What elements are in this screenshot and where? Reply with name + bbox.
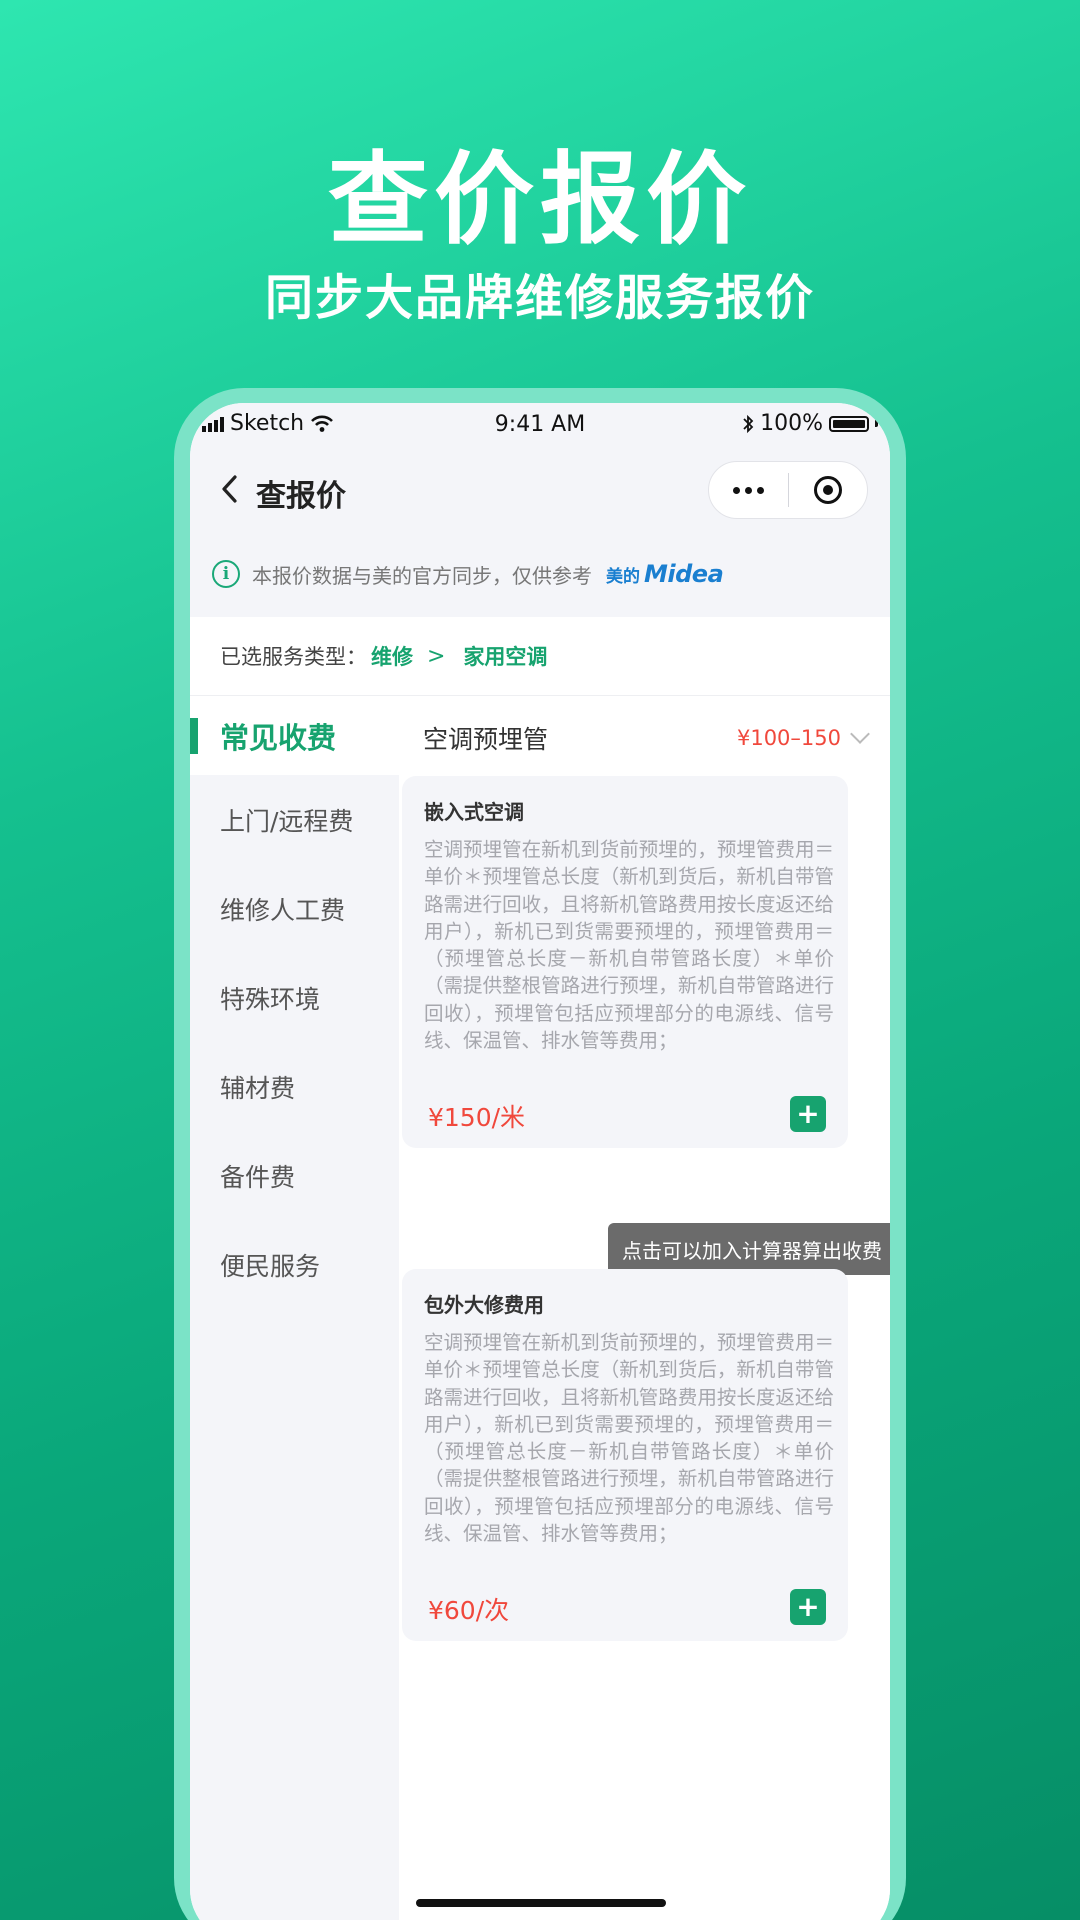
service-type-row: 已选服务类型： 维修 > 家用空调 xyxy=(190,617,890,696)
service-type-label: 已选服务类型： xyxy=(220,645,367,669)
poster: 查价报价 同步大品牌维修服务报价 Sketch 9:41 AM 100% 查报价 xyxy=(0,0,1080,1920)
chevron-down-icon xyxy=(850,724,870,744)
poster-subhead: 同步大品牌维修服务报价 xyxy=(264,270,815,326)
nav-bar: 查报价 xyxy=(190,449,890,531)
chevron-left-icon xyxy=(222,475,237,503)
target-icon xyxy=(813,476,842,504)
category-sidebar: 常见收费 上门/远程费 维修人工费 特殊环境 辅材费 备件费 便民服务 xyxy=(190,696,399,1920)
sidebar-item-special-env[interactable]: 特殊环境 xyxy=(190,953,399,1042)
sidebar-item-convenience[interactable]: 便民服务 xyxy=(190,1220,399,1309)
plus-icon: + xyxy=(796,1097,820,1130)
add-to-calculator-button[interactable]: + xyxy=(790,1589,826,1625)
fee-card-description: 空调预埋管在新机到货前预埋的，预埋管费用＝单价＊预埋管总长度（新机到货后，新机自… xyxy=(424,838,834,1053)
add-to-calculator-button[interactable]: + xyxy=(790,1096,826,1132)
sidebar-item-labor-fee[interactable]: 维修人工费 xyxy=(190,864,399,953)
back-button[interactable] xyxy=(210,469,250,509)
bluetooth-icon xyxy=(743,414,754,433)
breadcrumb-separator: > xyxy=(427,643,446,669)
brand-name: 美的 xyxy=(606,566,640,587)
info-icon: i xyxy=(212,560,240,588)
fee-card-title: 包外大修费用 xyxy=(424,1293,544,1317)
close-miniprogram-button[interactable] xyxy=(789,462,868,518)
sidebar-item-material-fee[interactable]: 辅材费 xyxy=(190,1042,399,1131)
breadcrumb-repair[interactable]: 维修 xyxy=(371,641,413,671)
midea-logo: Midea xyxy=(644,560,724,588)
page-title: 查报价 xyxy=(256,479,346,514)
fee-card-description: 空调预埋管在新机到货前预埋的，预埋管费用＝单价＊预埋管总长度（新机到货后，新机自… xyxy=(424,1331,834,1546)
plus-icon: + xyxy=(796,1590,820,1623)
sidebar-item-common-fees[interactable]: 常见收费 xyxy=(190,696,399,775)
battery-percent: 100% xyxy=(760,411,823,436)
fee-card-title: 嵌入式空调 xyxy=(424,800,524,824)
phone-screen: Sketch 9:41 AM 100% 查报价 i 本报价数据与美的官方同步，仅… xyxy=(190,403,890,1920)
category-header[interactable]: 空调预埋管 ¥100–150 xyxy=(423,710,873,766)
more-button[interactable] xyxy=(709,462,788,518)
battery-icon xyxy=(829,415,869,432)
miniprogram-capsule xyxy=(708,461,868,519)
notice-text: 本报价数据与美的官方同步，仅供参考 xyxy=(252,563,592,588)
more-dots-icon xyxy=(732,486,764,494)
sidebar-item-parts-fee[interactable]: 备件费 xyxy=(190,1131,399,1220)
home-indicator xyxy=(416,1899,666,1907)
calculator-tooltip: 点击可以加入计算器算出收费 ✕ xyxy=(608,1223,890,1275)
fee-card-price: ¥60/次 xyxy=(428,1596,510,1625)
category-title: 空调预埋管 xyxy=(423,725,549,754)
battery-tip xyxy=(875,420,878,427)
fee-card-price: ¥150/米 xyxy=(428,1103,526,1132)
sidebar-item-visit-fee[interactable]: 上门/远程费 xyxy=(190,775,399,864)
breadcrumb-home-ac[interactable]: 家用空调 xyxy=(463,641,547,671)
category-price-range: ¥100–150 xyxy=(736,726,841,750)
fee-card: 包外大修费用 空调预埋管在新机到货前预埋的，预埋管费用＝单价＊预埋管总长度（新机… xyxy=(402,1269,848,1641)
status-bar: Sketch 9:41 AM 100% xyxy=(190,403,890,449)
notice-bar: i 本报价数据与美的官方同步，仅供参考 美的 Midea xyxy=(190,531,890,617)
fee-card: 嵌入式空调 空调预埋管在新机到货前预埋的，预埋管费用＝单价＊预埋管总长度（新机到… xyxy=(402,776,848,1148)
tooltip-text: 点击可以加入计算器算出收费 xyxy=(622,1238,882,1263)
poster-headline: 查价报价 xyxy=(328,141,752,258)
